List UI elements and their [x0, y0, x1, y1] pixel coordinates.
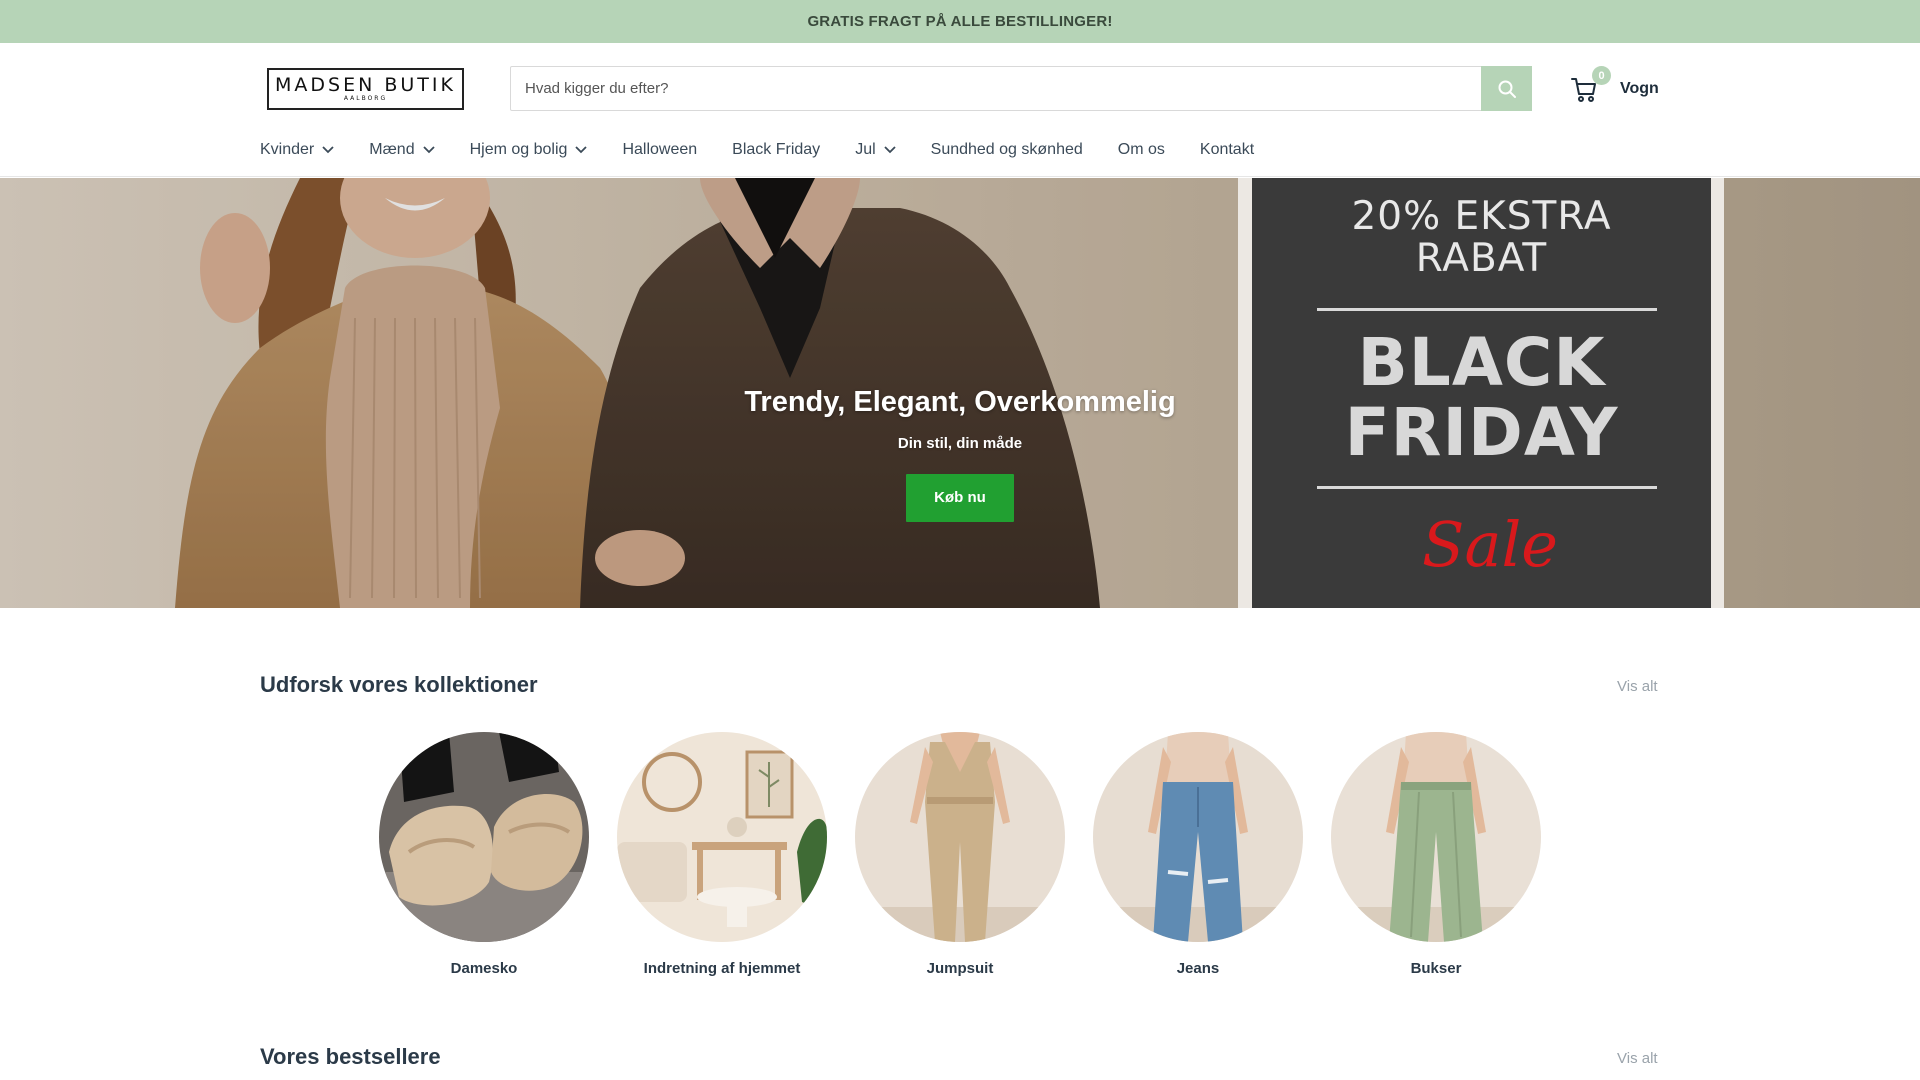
announcement-bar: GRATIS FRAGT PÅ ALLE BESTILLINGER!	[0, 0, 1920, 43]
nav-item-label: Kontakt	[1199, 141, 1255, 158]
collection-image	[379, 732, 589, 942]
collection-item-jumpsuit[interactable]: Jumpsuit	[855, 732, 1065, 977]
promo-line4: FRIDAY	[1344, 394, 1619, 471]
collection-image	[617, 732, 827, 942]
nav-item-black-friday[interactable]: Black Friday	[732, 141, 820, 159]
sale-script-text: Sale	[1422, 508, 1557, 581]
collection-item-damesko[interactable]: Damesko	[379, 732, 589, 977]
main-nav: Kvinder Mænd Hjem og bolig Halloween Bla…	[260, 135, 1289, 165]
search-bar	[510, 66, 1532, 111]
hero-subtitle: Din stil, din måde	[897, 435, 1023, 452]
hero-title: Trendy, Elegant, Overkommelig	[744, 386, 1176, 418]
collection-label: Indretning af hjemmet	[643, 960, 801, 977]
bestsellers-view-all-link[interactable]: Vis alt	[1617, 1050, 1658, 1067]
logo-text: MADSEN BUTIK	[275, 74, 456, 96]
shop-now-button[interactable]: Køb nu	[906, 474, 1014, 522]
search-button[interactable]	[1481, 66, 1532, 111]
bestsellers-title: Vores bestsellere	[260, 1044, 441, 1069]
promo-line2: RABAT	[1415, 236, 1548, 281]
promo-divider	[1317, 308, 1657, 311]
logo-subtext: AALBORG	[343, 95, 388, 102]
collections-list: Damesko Indretning af hjemmet Jumpsuit J…	[0, 732, 1920, 982]
nav-item-label: Kvinder	[260, 141, 315, 158]
cart-count-badge: 0	[1592, 66, 1611, 85]
cart-button[interactable]: 0 Vogn	[1570, 66, 1659, 105]
promo-discount: 20% EKSTRA RABAT	[1252, 196, 1711, 280]
black-friday-promo[interactable]: 20% EKSTRA RABAT BLACK FRIDAY Sale	[1238, 178, 1724, 608]
promo-line3: BLACK	[1357, 324, 1606, 401]
nav-item-label: Black Friday	[732, 141, 821, 158]
sale-script: Sale	[1422, 508, 1557, 581]
promo-panel: 20% EKSTRA RABAT BLACK FRIDAY Sale	[1252, 178, 1711, 608]
nav-item-hjem-og-bolig[interactable]: Hjem og bolig	[470, 141, 588, 159]
nav-item-label: Jul	[855, 141, 876, 158]
nav-item-om-os[interactable]: Om os	[1118, 141, 1165, 159]
promo-line1: 20% EKSTRA	[1351, 194, 1612, 239]
nav-item-label: Halloween	[622, 141, 698, 158]
site-header: MADSEN BUTIK AALBORG 0 Vogn Kvinder	[0, 43, 1920, 177]
collection-item-jeans[interactable]: Jeans	[1093, 732, 1303, 977]
collection-image	[1093, 732, 1303, 942]
collection-label: Damesko	[450, 960, 518, 977]
collection-label: Jumpsuit	[926, 960, 994, 977]
nav-item-maend[interactable]: Mænd	[369, 141, 435, 159]
promo-divider	[1317, 486, 1657, 489]
announcement-text: GRATIS FRAGT PÅ ALLE BESTILLINGER!	[807, 13, 1113, 30]
collections-view-all-link[interactable]: Vis alt	[1617, 678, 1658, 695]
hero-banner: Trendy, Elegant, Overkommelig Din stil, …	[0, 178, 1920, 608]
cart-label: Vogn	[1620, 80, 1659, 97]
nav-item-halloween[interactable]: Halloween	[622, 141, 697, 159]
nav-item-jul[interactable]: Jul	[855, 141, 896, 159]
collection-image	[1331, 732, 1541, 942]
nav-item-kontakt[interactable]: Kontakt	[1200, 141, 1254, 159]
collection-label: Jeans	[1176, 960, 1220, 977]
collection-item-indretning-af-hjemmet[interactable]: Indretning af hjemmet	[617, 732, 827, 977]
collection-item-bukser[interactable]: Bukser	[1331, 732, 1541, 977]
collections-title: Udforsk vores kollektioner	[260, 672, 538, 697]
hero-content: Trendy, Elegant, Overkommelig Din stil, …	[660, 386, 1260, 522]
chevron-down-icon	[575, 146, 588, 154]
search-icon	[1498, 80, 1516, 98]
chevron-down-icon	[884, 146, 896, 154]
nav-item-sundhed-og-skonhed[interactable]: Sundhed og skønhed	[931, 141, 1083, 159]
chevron-down-icon	[422, 146, 435, 154]
chevron-down-icon	[322, 146, 334, 154]
nav-item-label: Hjem og bolig	[469, 141, 568, 158]
cart-icon: 0	[1570, 66, 1611, 103]
collection-image	[855, 732, 1065, 942]
nav-item-label: Om os	[1117, 141, 1165, 158]
logo[interactable]: MADSEN BUTIK AALBORG	[267, 68, 464, 110]
nav-item-kvinder[interactable]: Kvinder	[260, 141, 334, 159]
search-input[interactable]	[511, 67, 1481, 110]
promo-black-friday: BLACK FRIDAY	[1252, 328, 1711, 468]
nav-item-label: Sundhed og skønhed	[930, 141, 1083, 158]
nav-item-label: Mænd	[369, 141, 415, 158]
collection-label: Bukser	[1410, 960, 1462, 977]
